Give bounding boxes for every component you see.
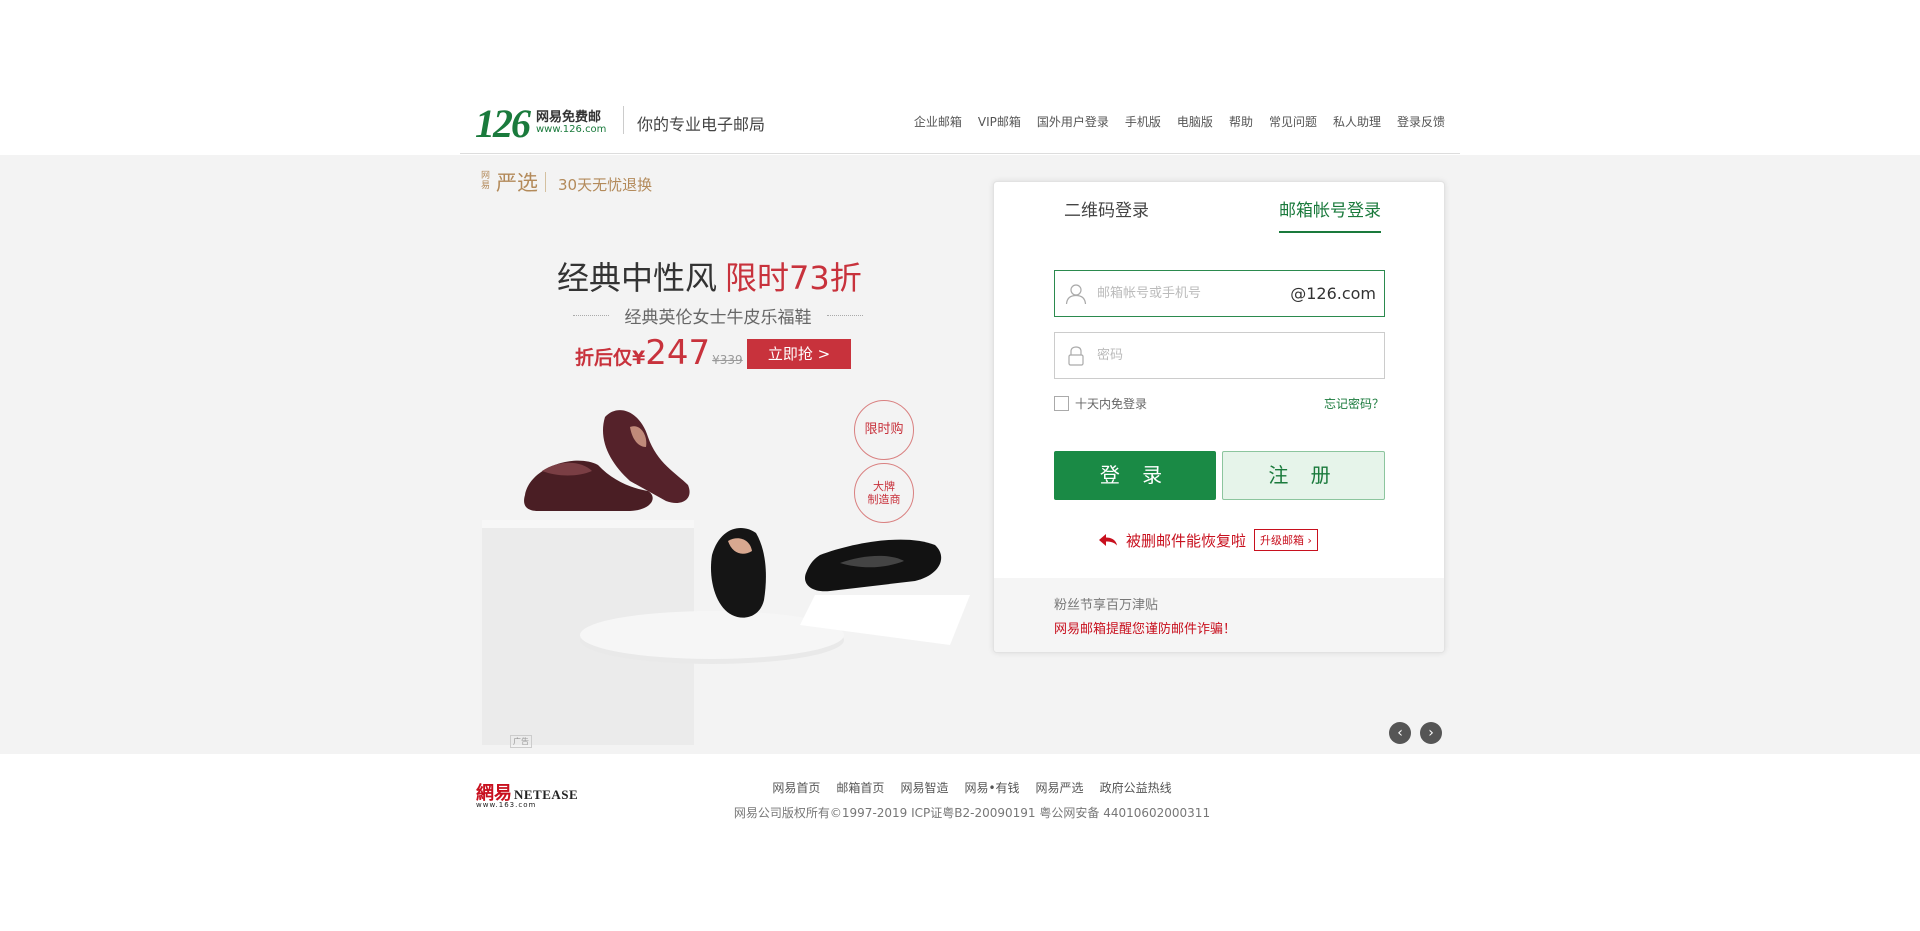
password-field <box>1054 332 1385 379</box>
yanxuan-divider <box>545 172 546 192</box>
remember-label: 十天内免登录 <box>1075 397 1148 411</box>
footer-link-zhizao[interactable]: 网易智造 <box>900 779 948 796</box>
footer-link-mail-home[interactable]: 邮箱首页 <box>836 779 884 796</box>
back-arrow-icon <box>1099 534 1117 546</box>
logo-name[interactable]: 网易免费邮 <box>536 106 601 125</box>
footer-link-yanxuan[interactable]: 网易严选 <box>1036 779 1084 796</box>
nav-link-desktop[interactable]: 电脑版 <box>1177 113 1213 130</box>
logo-number[interactable]: 126 <box>475 100 531 147</box>
remember-checkbox[interactable] <box>1054 396 1069 411</box>
top-nav: 企业邮箱 VIP邮箱 国外用户登录 手机版 电脑版 帮助 常见问题 私人助理 登… <box>914 113 1445 130</box>
nav-link-faq[interactable]: 常见问题 <box>1269 113 1317 130</box>
logo-url[interactable]: www.126.com <box>536 124 606 135</box>
login-card: 二维码登录 邮箱帐号登录 @126.com 十天内免登录 忘记密码？ 登 录 注… <box>993 181 1445 653</box>
header: 126 网易免费邮 www.126.com 你的专业电子邮局 企业邮箱 VIP邮… <box>460 98 1460 154</box>
badge-line-1: 大牌 <box>873 480 895 493</box>
ad-label: 广告 <box>510 735 532 748</box>
yanxuan-small-logo: 网易 <box>481 171 491 191</box>
username-input[interactable] <box>1097 271 1287 316</box>
upgrade-mailbox-button[interactable]: 升级邮箱 › <box>1254 529 1318 551</box>
forgot-password-link[interactable]: 忘记密码？ <box>1324 395 1384 412</box>
promo-banner[interactable]: 被删邮件能恢复啦 升级邮箱 › <box>1098 529 1318 551</box>
nav-link-feedback[interactable]: 登录反馈 <box>1397 113 1445 130</box>
footer-link-gov-hotline[interactable]: 政府公益热线 <box>1100 779 1172 796</box>
nav-link-enterprise[interactable]: 企业邮箱 <box>914 113 962 130</box>
login-button[interactable]: 登 录 <box>1054 451 1216 500</box>
original-price: ¥339 <box>712 353 743 367</box>
remember-me[interactable]: 十天内免登录 <box>1054 395 1147 412</box>
ad-title-highlight: 限时73折 <box>725 259 862 297</box>
login-card-footer: 粉丝节享百万津贴 网易邮箱提醒您谨防邮件诈骗！ <box>994 578 1444 652</box>
password-input[interactable] <box>1097 333 1377 378</box>
chevron-right-small-icon: › <box>1307 534 1312 547</box>
price-value: 247 <box>645 333 711 373</box>
logo-divider <box>623 106 624 134</box>
buy-now-button[interactable]: 立即抢 > <box>747 339 851 369</box>
lock-icon <box>1068 346 1084 366</box>
nav-link-assistant[interactable]: 私人助理 <box>1333 113 1381 130</box>
nav-link-help[interactable]: 帮助 <box>1229 113 1253 130</box>
footer-link-youqian[interactable]: 网易•有钱 <box>964 779 1019 796</box>
chevron-left-icon[interactable]: ‹ <box>1389 722 1411 744</box>
fraud-warning-link[interactable]: 网易邮箱提醒您谨防邮件诈骗！ <box>1054 618 1236 637</box>
yanxuan-logo: 严选 <box>496 171 538 195</box>
ad-subtitle: 经典英伦女士牛皮乐福鞋 <box>573 303 863 328</box>
ad-title-main: 经典中性风 <box>557 259 718 297</box>
username-field: @126.com <box>1054 270 1385 317</box>
ad-price: 折后仅¥247 ¥339 <box>575 333 743 373</box>
ad-banner[interactable]: 网易 严选 30天无忧退换 经典中性风 限时73折 经典英伦女士牛皮乐福鞋 折后仅… <box>480 155 970 754</box>
nav-link-overseas[interactable]: 国外用户登录 <box>1037 113 1109 130</box>
brand-maker-badge: 大牌 制造商 <box>854 463 914 523</box>
nav-link-mobile[interactable]: 手机版 <box>1125 113 1161 130</box>
slogan: 你的专业电子邮局 <box>637 115 766 134</box>
footer-link-home[interactable]: 网易首页 <box>772 779 820 796</box>
page: 126 网易免费邮 www.126.com 你的专业电子邮局 企业邮箱 VIP邮… <box>0 0 1920 931</box>
tab-account-login[interactable]: 邮箱帐号登录 <box>1279 196 1381 233</box>
limited-time-badge: 限时购 <box>854 400 914 460</box>
fans-festival-link[interactable]: 粉丝节享百万津贴 <box>1054 594 1158 613</box>
copyright: 网易公司版权所有©1997-2019 ICP证粤B2-20090191 粤公网安… <box>733 806 1211 820</box>
yanxuan-tagline: 30天无忧退换 <box>558 176 653 194</box>
nav-link-vip[interactable]: VIP邮箱 <box>978 113 1021 130</box>
ad-title: 经典中性风 限时73折 <box>557 253 862 299</box>
badge-line-2: 制造商 <box>867 493 901 506</box>
footer-links: 网易首页 邮箱首页 网易智造 网易•有钱 网易严选 政府公益热线 <box>0 779 1920 796</box>
chevron-right-icon[interactable]: › <box>1420 722 1442 744</box>
price-prefix: 折后仅¥ <box>575 347 646 369</box>
user-icon <box>1065 284 1087 305</box>
register-button[interactable]: 注 册 <box>1222 451 1385 500</box>
upgrade-mailbox-label: 升级邮箱 <box>1260 534 1305 547</box>
promo-text: 被删邮件能恢复啦 <box>1126 531 1247 550</box>
email-domain-suffix: @126.com <box>1290 284 1376 303</box>
tab-qr-login[interactable]: 二维码登录 <box>1064 196 1149 231</box>
